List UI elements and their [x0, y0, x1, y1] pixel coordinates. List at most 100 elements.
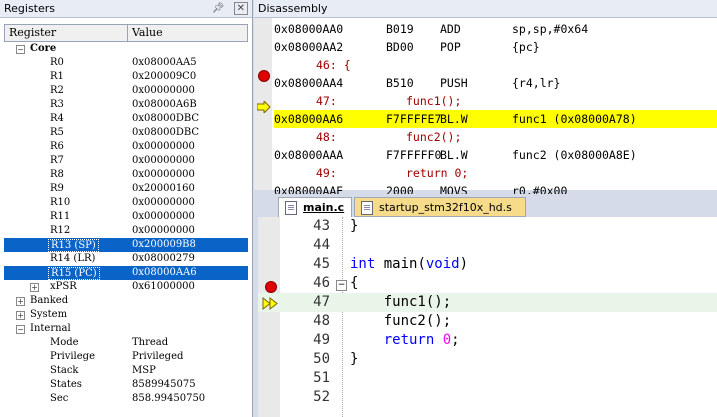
disassembly-instruction-line[interactable]: 0x08000AA2 BD00 POP {pc} — [274, 38, 717, 56]
expand-icon[interactable]: + — [16, 297, 25, 306]
collapse-icon[interactable]: − — [16, 45, 25, 54]
disassembly-instruction-line[interactable]: 0x08000AA0 B019 ADD sp,sp,#0x64 — [274, 20, 717, 38]
source-text: 47: func1(); — [316, 94, 462, 108]
code-line[interactable]: 51 — [258, 369, 717, 388]
collapse-icon[interactable]: − — [16, 325, 25, 334]
register-row[interactable]: + xPSR 0x61000000 — [4, 280, 248, 294]
register-row[interactable]: R3 0x08000A6B — [4, 98, 248, 112]
register-value[interactable]: MSP — [132, 364, 156, 378]
register-name: R7 — [50, 155, 64, 166]
register-value[interactable]: 0x08000DBC — [132, 126, 199, 140]
register-value[interactable]: 8589945075 — [132, 378, 196, 392]
register-value[interactable]: 0x08000AA5 — [132, 56, 197, 70]
code-line[interactable]: 49 return 0; — [258, 331, 717, 350]
disassembly-source-line[interactable]: 47: func1(); — [274, 92, 717, 110]
code-line[interactable]: 43} — [258, 217, 717, 236]
line-number: 50 — [313, 351, 330, 367]
register-row[interactable]: R13 (SP) 0x200009B8 — [4, 238, 248, 252]
register-row[interactable]: R11 0x00000000 — [4, 210, 248, 224]
disassembly-instruction-line[interactable]: 0x08000AA6 F7FFFFE7 BL.W func1 (0x08000A78) — [274, 110, 717, 128]
code-line[interactable]: 48 func2(); — [258, 312, 717, 331]
register-row[interactable]: States 8589945075 — [4, 378, 248, 392]
tab-main-c[interactable]: main.c — [278, 197, 352, 217]
tab-startup-file[interactable]: startup_stm32f10x_hd.s — [354, 197, 526, 217]
register-row[interactable]: R5 0x08000DBC — [4, 126, 248, 140]
register-value[interactable]: Privileged — [132, 350, 183, 364]
pin-icon[interactable]: 📌︎ — [212, 3, 225, 14]
close-icon[interactable]: ✕ — [233, 2, 248, 15]
register-row[interactable]: Mode Thread — [4, 336, 248, 350]
register-value[interactable]: 0x08000279 — [132, 252, 195, 266]
line-number: 46 — [313, 275, 330, 291]
code-editor[interactable]: 43} 44 45 int main(void) 46 {47 func1(); 48 fu… — [258, 217, 717, 417]
register-row[interactable]: Stack MSP — [4, 364, 248, 378]
disassembly-instruction-line[interactable]: 0x08000AAA F7FFFFF0 BL.W func2 (0x08000A8E) — [274, 146, 717, 164]
register-row[interactable]: Privilege Privileged — [4, 350, 248, 364]
register-row[interactable]: R8 0x00000000 — [4, 168, 248, 182]
register-value[interactable]: 0x00000000 — [132, 196, 195, 210]
breakpoint-icon[interactable] — [265, 281, 277, 293]
disassembly-listing[interactable]: 0x08000AA0 B019 ADD sp,sp,#0x64 0x08000AA2 BD… — [274, 20, 717, 200]
register-row[interactable]: R4 0x08000DBC — [4, 112, 248, 126]
code-line[interactable]: 47 func1(); — [258, 293, 717, 312]
register-value[interactable]: 0x08000AA6 — [132, 266, 197, 280]
disassembly-instruction-line[interactable]: 0x08000AA4 B510 PUSH {r4,lr} — [274, 74, 717, 92]
register-row[interactable]: R7 0x00000000 — [4, 154, 248, 168]
group-banked[interactable]: + Banked — [4, 294, 248, 308]
disassembly-source-line[interactable]: 49: return 0; — [274, 164, 717, 182]
code-line[interactable]: 45 int main(void) — [258, 255, 717, 274]
column-value[interactable]: Value — [127, 25, 250, 41]
register-name: R15 (PC) — [48, 267, 100, 280]
register-row[interactable]: R0 0x08000AA5 — [4, 56, 248, 70]
register-value[interactable]: 0x200009C0 — [132, 70, 196, 84]
register-value[interactable]: Thread — [132, 336, 168, 350]
column-register[interactable]: Register — [9, 25, 56, 41]
register-value[interactable]: 0x00000000 — [132, 84, 195, 98]
register-row[interactable]: R2 0x00000000 — [4, 84, 248, 98]
editor-lines[interactable]: 43} 44 45 int main(void) 46 {47 func1(); 48 fu… — [258, 217, 717, 407]
register-value[interactable]: 0x20000160 — [132, 182, 195, 196]
register-name: R3 — [50, 99, 64, 110]
code-line[interactable]: 50} — [258, 350, 717, 369]
register-value[interactable]: 0x00000000 — [132, 168, 195, 182]
code-line[interactable]: 52 — [258, 388, 717, 407]
group-internal[interactable]: − Internal — [4, 322, 248, 336]
register-value[interactable]: 0x00000000 — [132, 224, 195, 238]
register-value[interactable]: 0x200009B8 — [132, 238, 196, 252]
register-value[interactable]: 858.99450750 — [132, 392, 205, 406]
group-system[interactable]: + System — [4, 308, 248, 322]
code-line[interactable]: 44 — [258, 236, 717, 255]
expand-icon[interactable]: + — [30, 283, 39, 292]
register-value[interactable]: 0x00000000 — [132, 210, 195, 224]
register-row[interactable]: R10 0x00000000 — [4, 196, 248, 210]
register-row[interactable]: R1 0x200009C0 — [4, 70, 248, 84]
code-text: { — [350, 275, 359, 291]
register-value[interactable]: 0x00000000 — [132, 154, 195, 168]
register-name: R4 — [50, 113, 64, 124]
file-icon — [361, 201, 373, 215]
register-value[interactable]: 0x08000A6B — [132, 98, 197, 112]
disassembly-source-line[interactable]: 48: func2(); — [274, 128, 717, 146]
register-row[interactable]: R9 0x20000160 — [4, 182, 248, 196]
register-row[interactable]: R14 (LR) 0x08000279 — [4, 252, 248, 266]
fold-toggle-icon[interactable]: − — [336, 280, 347, 291]
instruction-op: F7FFFFE7 — [386, 112, 442, 126]
register-name: R2 — [50, 85, 64, 96]
instruction-op: B510 — [386, 76, 414, 90]
group-core[interactable]: − Core — [4, 42, 248, 56]
line-number: 43 — [313, 218, 330, 234]
register-row[interactable]: R12 0x00000000 — [4, 224, 248, 238]
instruction-addr: 0x08000AA2 — [274, 40, 344, 54]
breakpoint-icon[interactable] — [258, 70, 270, 82]
register-value[interactable]: 0x00000000 — [132, 140, 195, 154]
register-value[interactable]: 0x08000DBC — [132, 112, 199, 126]
instruction-mn: BL.W — [440, 148, 468, 162]
disassembly-source-line[interactable]: 46: { — [274, 56, 717, 74]
code-line[interactable]: 46 { — [258, 274, 717, 293]
register-name: R1 — [50, 71, 64, 82]
expand-icon[interactable]: + — [16, 311, 25, 320]
register-row[interactable]: R6 0x00000000 — [4, 140, 248, 154]
register-row[interactable]: R15 (PC) 0x08000AA6 — [4, 266, 248, 280]
register-row[interactable]: Sec 858.99450750 — [4, 392, 248, 406]
register-value[interactable]: 0x61000000 — [132, 280, 195, 294]
